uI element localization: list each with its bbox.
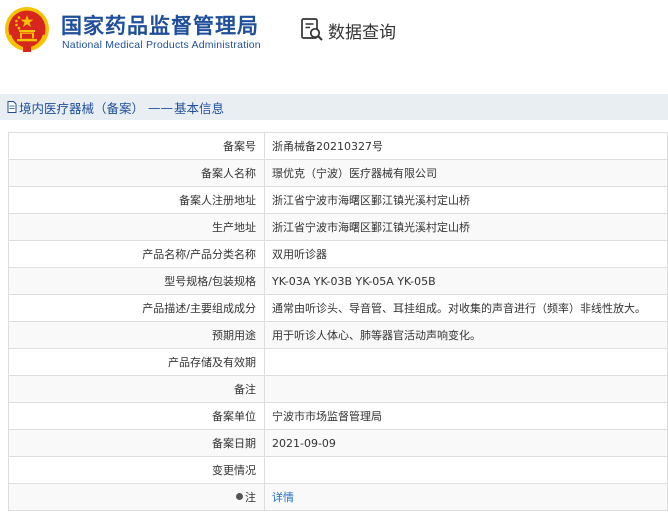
site-header: 国家药品监督管理局 National Medical Products Admi… [0,0,668,70]
table-row: 备案单位 宁波市市场监督管理局 [8,402,668,430]
field-label: 变更情况 [8,456,265,484]
agency-name-en: National Medical Products Administration [62,39,261,51]
field-value: 通常由听诊头、导音管、耳挂组成。对收集的声音进行（频率）非线性放大。 [264,294,668,322]
breadcrumb-page: 基本信息 [174,100,225,116]
field-value: 2021-09-09 [264,429,668,457]
field-value [264,456,668,484]
table-row: 产品描述/主要组成成分 通常由听诊头、导音管、耳挂组成。对收集的声音进行（频率）… [8,294,668,322]
field-label: 备案号 [8,132,265,160]
document-icon [7,101,17,113]
data-query-label: 数据查询 [328,22,396,43]
field-label: 备注 [8,375,265,403]
field-value: 浙江省宁波市海曙区鄞江镇光溪村定山桥 [264,213,668,241]
table-row: 产品名称/产品分类名称 双用听诊器 [8,240,668,268]
note-label-cell: 注 [8,483,265,511]
field-value [264,348,668,376]
field-value: 浙甬械备20210327号 [264,132,668,160]
field-label: 预期用途 [8,321,265,349]
field-value: 璟优克（宁波）医疗器械有限公司 [264,159,668,187]
field-label: 生产地址 [8,213,265,241]
breadcrumb: 境内医疗器械（备案） —— 基本信息 [0,94,668,120]
field-value: YK-03A YK-03B YK-05A YK-05B [264,267,668,295]
table-row: 变更情况 [8,456,668,484]
field-label: 产品存储及有效期 [8,348,265,376]
table-row: 生产地址 浙江省宁波市海曙区鄞江镇光溪村定山桥 [8,213,668,241]
table-row: 预期用途 用于听诊人体心、肺等器官活动声响变化。 [8,321,668,349]
breadcrumb-section[interactable]: 境内医疗器械（备案） [19,98,144,117]
field-label: 型号规格/包装规格 [8,267,265,295]
field-value: 浙江省宁波市海曙区鄞江镇光溪村定山桥 [264,186,668,214]
field-label: 产品描述/主要组成成分 [8,294,265,322]
agency-name-cn: 国家药品监督管理局 [61,14,259,38]
table-row: 注 详情 [8,483,668,511]
table-row: 备案人名称 璟优克（宁波）医疗器械有限公司 [8,159,668,187]
table-row: 备案号 浙甬械备20210327号 [8,132,668,160]
details-link[interactable]: 详情 [272,491,294,504]
national-emblem-icon [5,7,49,52]
field-label: 产品名称/产品分类名称 [8,240,265,268]
table-row: 备注 [8,375,668,403]
field-value: 宁波市市场监督管理局 [264,402,668,430]
data-query-link[interactable]: 数据查询 [299,17,396,43]
note-label: 注 [245,491,256,504]
record-detail-table: 备案号 浙甬械备20210327号 备案人名称 璟优克（宁波）医疗器械有限公司 … [8,132,668,511]
field-value: 双用听诊器 [264,240,668,268]
table-row: 备案人注册地址 浙江省宁波市海曙区鄞江镇光溪村定山桥 [8,186,668,214]
table-row: 备案日期 2021-09-09 [8,429,668,457]
bullet-icon [236,493,243,500]
table-row: 产品存储及有效期 [8,348,668,376]
field-label: 备案日期 [8,429,265,457]
field-label: 备案人名称 [8,159,265,187]
field-value: 用于听诊人体心、肺等器官活动声响变化。 [264,321,668,349]
field-label: 备案单位 [8,402,265,430]
field-value [264,375,668,403]
search-document-icon [301,18,323,41]
breadcrumb-separator: —— [148,99,174,115]
field-label: 备案人注册地址 [8,186,265,214]
table-row: 型号规格/包装规格 YK-03A YK-03B YK-05A YK-05B [8,267,668,295]
note-value-cell: 详情 [264,483,668,511]
